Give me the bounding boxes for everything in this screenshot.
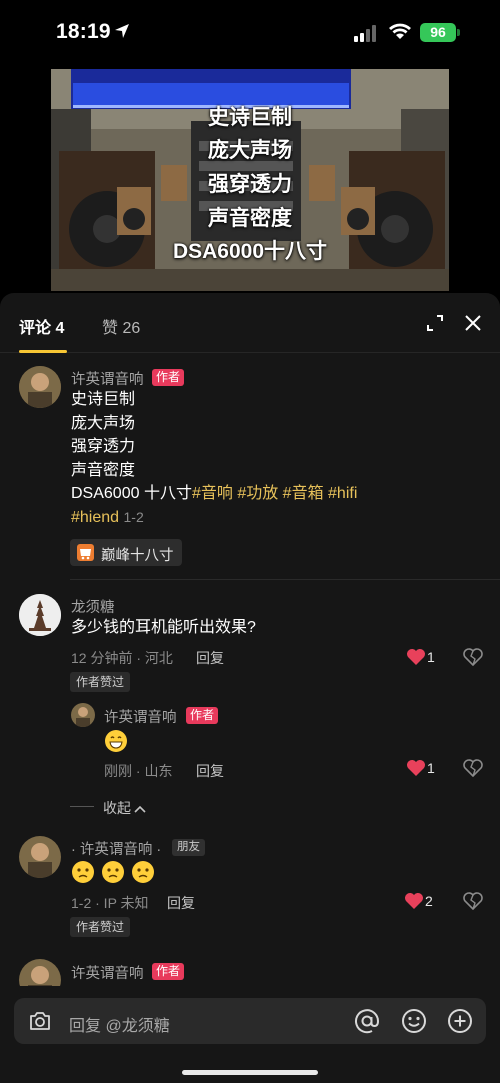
- reply-author[interactable]: 许英谓音响: [104, 706, 177, 727]
- comment-author[interactable]: 龙须糖: [71, 596, 115, 617]
- hashtag-link[interactable]: #hifi: [328, 485, 357, 502]
- shopping-cart-icon: [77, 544, 94, 561]
- avatar[interactable]: [71, 703, 95, 727]
- expand-icon[interactable]: [425, 313, 445, 333]
- avatar[interactable]: [19, 594, 61, 636]
- product-label: 巅峰十八寸: [101, 548, 174, 564]
- reply-meta: 刚刚 · 山东: [104, 763, 173, 779]
- comment-line: 强穿透力: [71, 438, 136, 455]
- collapse-label: 收起: [103, 800, 131, 816]
- tab-bar: 评论 4 赞 26: [0, 293, 500, 353]
- hashtag-link[interactable]: #音响: [192, 485, 233, 502]
- tab-comments[interactable]: 评论 4: [19, 314, 64, 338]
- comment-text: DSA6000 十八寸: [71, 485, 192, 502]
- heart-filled-icon[interactable]: [404, 892, 424, 910]
- overlay-line-5: DSA6000十八寸: [172, 240, 328, 263]
- dislike-icon[interactable]: [463, 892, 483, 910]
- hashtag-link[interactable]: #功放: [237, 485, 278, 502]
- avatar-image: [19, 594, 61, 636]
- cry-emoji-icon: [132, 861, 154, 883]
- dislike-icon[interactable]: [463, 759, 483, 777]
- tab-likes[interactable]: 赞 26: [102, 314, 140, 338]
- battery-icon: 96: [420, 23, 456, 42]
- status-bar: 18:19 96: [0, 0, 500, 66]
- comment-text: 多少钱的耳机能听出效果?: [71, 619, 256, 636]
- close-icon[interactable]: [463, 313, 483, 333]
- reply-input[interactable]: 回复 @龙须糖: [14, 998, 486, 1044]
- product-link[interactable]: 巅峰十八寸: [70, 539, 182, 566]
- overlay-line-2: 庞大声场: [208, 139, 292, 162]
- avatar-image: [19, 366, 61, 408]
- overlay-line-3: 强穿透力: [208, 173, 292, 196]
- divider: [70, 579, 500, 580]
- heart-filled-icon[interactable]: [406, 759, 426, 777]
- author-liked-badge: 作者赞过: [70, 917, 131, 937]
- avatar-image: [19, 836, 61, 878]
- like-count: 1: [427, 760, 435, 776]
- avatar[interactable]: [19, 836, 61, 878]
- comment-author[interactable]: 许英谓音响: [71, 962, 144, 983]
- cry-emoji-icon: [72, 861, 94, 883]
- status-time: 18:19: [56, 20, 111, 43]
- reply-input-bar: 回复 @龙须糖: [0, 986, 500, 1083]
- camera-icon[interactable]: [28, 1009, 52, 1033]
- wifi-icon: [389, 23, 411, 39]
- avatar-image: [71, 703, 95, 727]
- chevron-up-icon: [134, 805, 146, 813]
- friend-tag: 朋友: [172, 839, 205, 856]
- overlay-line-1: 史诗巨制: [208, 106, 292, 129]
- reply-button[interactable]: 回复: [167, 893, 195, 913]
- like-count: 1: [427, 649, 435, 665]
- author-tag: 作者: [152, 963, 185, 980]
- avatar[interactable]: [19, 366, 61, 408]
- heart-filled-icon[interactable]: [406, 648, 426, 666]
- reply-button[interactable]: 回复: [196, 761, 224, 781]
- reply-input-placeholder: 回复 @龙须糖: [69, 1018, 170, 1035]
- at-mention-icon[interactable]: [354, 1008, 380, 1034]
- like-count: 2: [425, 893, 433, 909]
- location-arrow-icon: [115, 24, 129, 38]
- comment-line-hashtags: DSA6000 十八寸#音响 #功放 #音箱 #hifi: [71, 482, 357, 506]
- home-indicator: [182, 1070, 318, 1075]
- comment-sheet: 评论 4 赞 26 许英谓音响 作者 史诗巨制 庞大声场 强穿透力 声音密度 D…: [0, 293, 500, 1083]
- battery-cap: [457, 29, 460, 36]
- reply-button[interactable]: 回复: [196, 648, 224, 668]
- comment-meta: 1-2 · IP 未知: [71, 895, 149, 911]
- hashtag-link[interactable]: #hiend: [71, 509, 119, 526]
- tab-active-indicator: [19, 350, 67, 353]
- comment-author[interactable]: · 许英谓音响 ·: [71, 838, 161, 859]
- plus-icon[interactable]: [447, 1008, 473, 1034]
- grinning-emoji-icon: [105, 730, 127, 752]
- comment-line: 声音密度: [71, 462, 136, 479]
- cry-emoji-icon: [102, 861, 124, 883]
- overlay-line-4: 声音密度: [208, 207, 292, 230]
- comment-line-hashtags-2: #hiend 1-2: [71, 506, 144, 530]
- video-player[interactable]: 史诗巨制 庞大声场 强穿透力 声音密度 DSA6000十八寸: [51, 69, 449, 291]
- dislike-icon[interactable]: [463, 648, 483, 666]
- hashtag-link[interactable]: #音箱: [283, 485, 324, 502]
- collapse-divider: [70, 806, 94, 807]
- author-liked-badge: 作者赞过: [70, 672, 131, 692]
- author-tag: 作者: [186, 707, 219, 724]
- emoji-icon[interactable]: [401, 1008, 427, 1034]
- battery-level: 96: [430, 24, 446, 40]
- comment-meta: 12 分钟前 · 河北: [71, 650, 173, 666]
- comment-date: 1-2: [123, 509, 144, 525]
- comment-line: 史诗巨制: [71, 391, 136, 408]
- author-tag: 作者: [152, 369, 185, 386]
- comment-line: 庞大声场: [71, 415, 136, 432]
- collapse-replies-button[interactable]: 收起: [103, 798, 146, 818]
- signal-icon: [354, 25, 376, 42]
- comment-author[interactable]: 许英谓音响: [71, 368, 144, 389]
